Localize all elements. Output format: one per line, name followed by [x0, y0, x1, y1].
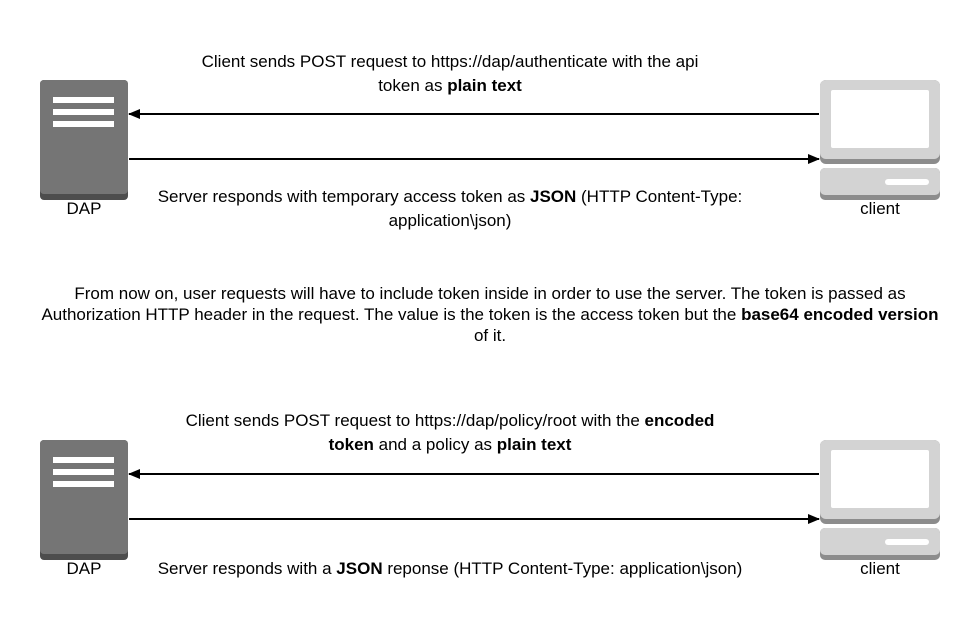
- response-text: Server responds with temporary access to…: [157, 187, 530, 206]
- request-text: token as: [378, 76, 448, 95]
- request-caption: Client sends POST request to https://dap…: [150, 409, 750, 457]
- response-text: application\json): [388, 211, 512, 230]
- response-text: Server responds with a: [157, 559, 337, 578]
- request-caption: Client sends POST request to https://dap…: [150, 50, 750, 98]
- request-text: Client sends POST request to https://dap…: [185, 411, 645, 430]
- response-text: reponse (HTTP Content-Type: application\…: [382, 559, 743, 578]
- note-text: of it.: [473, 326, 507, 345]
- client-label: client: [860, 199, 900, 218]
- server-icon: [40, 440, 128, 560]
- token-usage-note: From now on, user requests will have to …: [40, 283, 940, 346]
- desktop-computer-icon: [820, 440, 940, 560]
- request-emphasis: encoded: [644, 411, 715, 430]
- request-emphasis: token: [328, 435, 374, 454]
- request-emphasis: plain text: [496, 435, 572, 454]
- response-emphasis: JSON: [530, 187, 577, 206]
- client-label: client: [860, 559, 900, 578]
- desktop-computer-icon: [820, 80, 940, 200]
- request-emphasis: plain text: [447, 76, 522, 95]
- note-emphasis: base64 encoded version: [741, 305, 939, 324]
- response-caption: Server responds with a JSON reponse (HTT…: [100, 557, 800, 581]
- response-emphasis: JSON: [336, 559, 383, 578]
- request-text: and a policy as: [373, 435, 497, 454]
- response-caption: Server responds with temporary access to…: [100, 185, 800, 233]
- response-text: (HTTP Content-Type:: [576, 187, 743, 206]
- request-text: Client sends POST request to https://dap…: [201, 52, 699, 71]
- server-icon: [40, 80, 128, 200]
